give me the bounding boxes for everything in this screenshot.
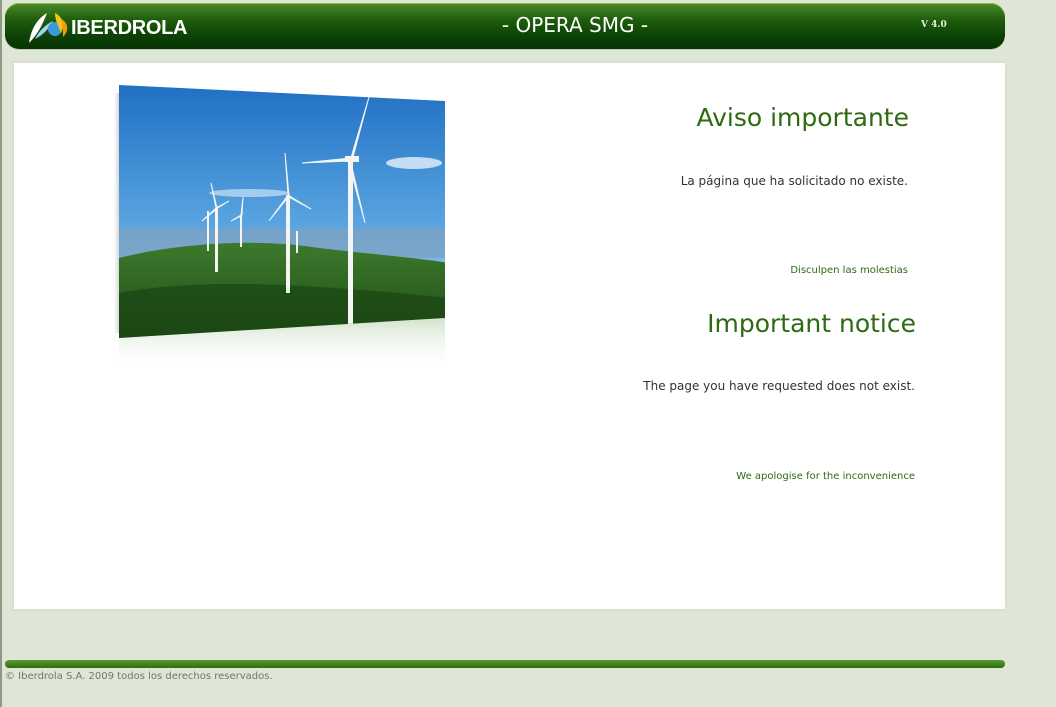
notice-apology-en: We apologise for the inconvenience: [736, 471, 915, 482]
notice-apology-es: Disculpen las molestias: [790, 265, 908, 276]
notice-title-en: Important notice: [707, 309, 916, 338]
notice-message-es: La página que ha solicitado no existe.: [680, 174, 908, 188]
wind-turbines-photo: [119, 85, 445, 373]
copyright-text: © Iberdrola S.A. 2009 todos los derechos…: [5, 671, 273, 682]
app-title: - OPERA SMG -: [501, 13, 649, 37]
footer-bar: [5, 660, 1005, 668]
version-label: V 4.0: [921, 20, 947, 30]
header-bar: IBERDROLA - OPERA SMG - V 4.0: [5, 3, 1005, 49]
window-left-border: [0, 0, 2, 707]
notice-title-es: Aviso importante: [696, 103, 909, 132]
notice-message-en: The page you have requested does not exi…: [643, 379, 915, 393]
main-content-panel: Aviso importante La página que ha solici…: [14, 63, 1005, 609]
